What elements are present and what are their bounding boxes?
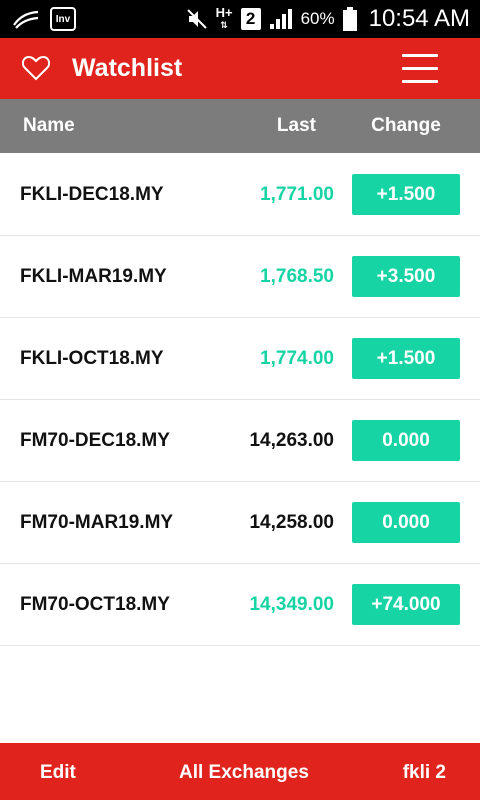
instrument-name: FM70-MAR19.MY xyxy=(20,512,174,533)
clock: 10:54 AM xyxy=(368,5,470,32)
page-title: Watchlist xyxy=(72,54,183,82)
edit-button[interactable]: Edit xyxy=(40,743,76,803)
signal-bars-icon xyxy=(269,9,292,29)
table-row[interactable]: FM70-DEC18.MY 14,263.00 0.000 xyxy=(0,400,480,482)
table-row[interactable]: FKLI-DEC18.MY 1,771.00 +1.500 xyxy=(0,154,480,236)
menu-icon[interactable] xyxy=(402,54,438,84)
column-header-name[interactable]: Name xyxy=(23,99,75,153)
change-badge[interactable]: +1.500 xyxy=(352,338,460,379)
all-exchanges-button[interactable]: All Exchanges xyxy=(179,743,309,803)
mute-icon xyxy=(186,9,207,29)
inv-icon: Inv xyxy=(50,7,76,31)
instrument-name: FKLI-DEC18.MY xyxy=(20,184,164,205)
battery-icon xyxy=(342,7,357,31)
network-icon: H+ ⇅ xyxy=(215,5,233,30)
bottom-bar: Edit All Exchanges fkli 2 xyxy=(0,743,480,800)
instrument-name: FM70-OCT18.MY xyxy=(20,594,170,615)
last-price: 14,263.00 xyxy=(249,430,334,451)
change-badge[interactable]: +1.500 xyxy=(352,174,460,215)
last-price: 14,349.00 xyxy=(249,594,334,615)
signal-app-icon xyxy=(13,10,39,29)
watchlist-table: FKLI-DEC18.MY 1,771.00 +1.500 FKLI-MAR19… xyxy=(0,154,480,646)
last-price: 14,258.00 xyxy=(249,512,334,533)
instrument-name: FM70-DEC18.MY xyxy=(20,430,170,451)
battery-percent: 60% xyxy=(300,9,335,28)
table-row[interactable]: FKLI-MAR19.MY 1,768.50 +3.500 xyxy=(0,236,480,318)
last-price: 1,774.00 xyxy=(260,348,334,369)
table-row[interactable]: FM70-OCT18.MY 14,349.00 +74.000 xyxy=(0,564,480,646)
last-price: 1,771.00 xyxy=(260,184,334,205)
heart-icon[interactable] xyxy=(22,55,50,81)
change-badge[interactable]: 0.000 xyxy=(352,420,460,461)
column-header-last[interactable]: Last xyxy=(277,99,316,153)
column-header-change[interactable]: Change xyxy=(352,99,460,153)
last-price: 1,768.50 xyxy=(260,266,334,287)
instrument-name: FKLI-OCT18.MY xyxy=(20,348,164,369)
change-badge[interactable]: +3.500 xyxy=(352,256,460,297)
change-badge[interactable]: 0.000 xyxy=(352,502,460,543)
table-row[interactable]: FM70-MAR19.MY 14,258.00 0.000 xyxy=(0,482,480,564)
instrument-name: FKLI-MAR19.MY xyxy=(20,266,167,287)
status-bar: Inv H+ ⇅ 2 60% 10:54 AM xyxy=(0,0,480,38)
change-badge[interactable]: +74.000 xyxy=(352,584,460,625)
table-header: Name Last Change xyxy=(0,99,480,153)
watchlist-selector-button[interactable]: fkli 2 xyxy=(403,743,446,803)
app-bar: Watchlist xyxy=(0,38,480,99)
table-row[interactable]: FKLI-OCT18.MY 1,774.00 +1.500 xyxy=(0,318,480,400)
sim-icon: 2 xyxy=(240,8,261,30)
